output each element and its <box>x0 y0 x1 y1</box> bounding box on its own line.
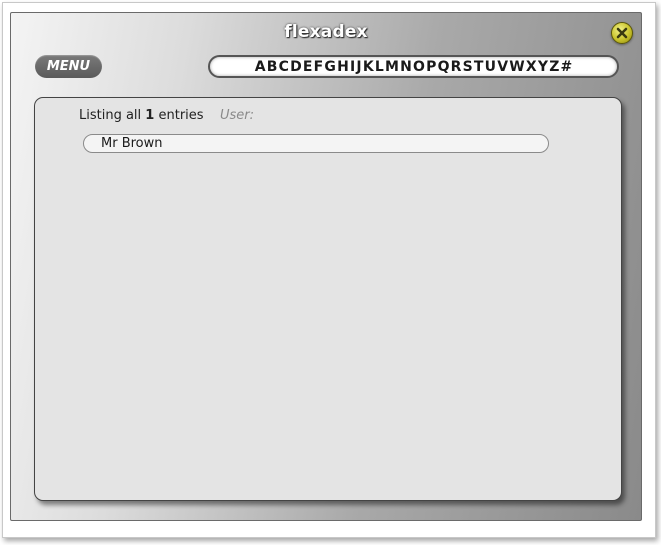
alphabet-letter-s[interactable]: S <box>462 59 473 75</box>
alphabet-letter-q[interactable]: Q <box>437 59 450 75</box>
alphabet-letter-l[interactable]: L <box>374 59 384 75</box>
alphabet-letter-n[interactable]: N <box>400 59 413 75</box>
entry-count: 1 <box>145 108 155 123</box>
listing-prefix: Listing all <box>79 108 142 123</box>
alphabet-letter-hash[interactable]: # <box>560 59 573 75</box>
alphabet-letter-k[interactable]: K <box>362 59 374 75</box>
alphabet-letter-d[interactable]: D <box>289 59 302 75</box>
close-icon <box>616 27 628 39</box>
listing-summary: Listing all 1 entries <box>79 108 204 123</box>
alphabet-letter-f[interactable]: F <box>313 59 324 75</box>
alphabet-letter-t[interactable]: T <box>473 59 484 75</box>
listing-suffix: entries <box>158 108 204 123</box>
alphabet-letter-g[interactable]: G <box>324 59 337 75</box>
alphabet-letter-w[interactable]: W <box>509 59 526 75</box>
close-button[interactable] <box>611 22 633 44</box>
alphabet-letter-u[interactable]: U <box>484 59 497 75</box>
alphabet-letter-c[interactable]: C <box>278 59 289 75</box>
app-title: flexadex <box>284 22 368 42</box>
alphabet-letter-m[interactable]: M <box>384 59 399 75</box>
alphabet-letter-r[interactable]: R <box>450 59 462 75</box>
alphabet-letter-y[interactable]: Y <box>537 59 548 75</box>
entry-name: Mr Brown <box>101 136 163 151</box>
alphabet-letter-e[interactable]: E <box>302 59 313 75</box>
alphabet-letter-p[interactable]: P <box>426 59 437 75</box>
alphabet-letter-a[interactable]: A <box>254 59 266 75</box>
app-window: flexadex MENU ABCDEFGHIJKLMNOPQRSTUVWXYZ… <box>10 12 642 521</box>
alphabet-letter-o[interactable]: O <box>412 59 425 75</box>
alphabet-letter-b[interactable]: B <box>266 59 278 75</box>
user-label: User: <box>220 108 255 123</box>
alphabet-letter-h[interactable]: H <box>337 59 350 75</box>
alphabet-letter-v[interactable]: V <box>497 59 509 75</box>
listing-panel: Listing all 1 entries User: Mr Brown <box>34 97 622 501</box>
alphabet-letter-x[interactable]: X <box>525 59 537 75</box>
alphabet-index-bar: A B C D E F G H I J K L M N O P Q R S T U V W X Y Z # <box>208 55 619 78</box>
list-item[interactable]: Mr Brown <box>83 134 549 153</box>
menu-button[interactable]: MENU <box>35 55 102 78</box>
alphabet-letter-z[interactable]: Z <box>549 59 560 75</box>
